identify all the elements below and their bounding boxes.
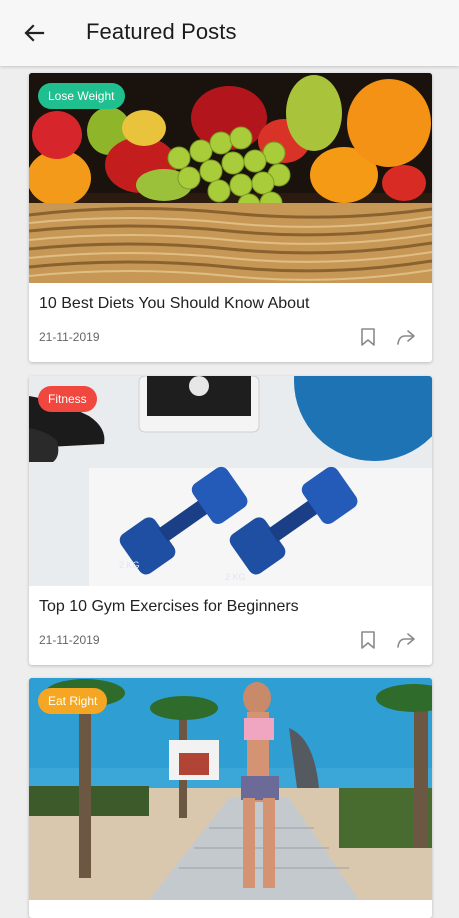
- app-bar: Featured Posts: [0, 0, 459, 66]
- dumbbell-weight-label: 2 KG: [225, 572, 246, 582]
- category-badge[interactable]: Lose Weight: [38, 83, 125, 109]
- post-card[interactable]: 2 KG 2 KG Fitness Top 10 Gym Exercises f…: [29, 376, 432, 665]
- share-icon: [397, 633, 415, 648]
- post-title[interactable]: 10 Best Diets You Should Know About: [39, 295, 309, 313]
- page-title: Featured Posts: [86, 19, 237, 44]
- back-button[interactable]: [14, 15, 54, 51]
- post-image[interactable]: Eat Right: [29, 678, 432, 900]
- share-icon: [397, 330, 415, 345]
- dumbbell-weight-label: 2 KG: [119, 560, 140, 570]
- post-image[interactable]: Lose Weight: [29, 73, 432, 283]
- post-date: 21-11-2019: [39, 633, 100, 647]
- post-image[interactable]: 2 KG 2 KG Fitness: [29, 376, 432, 586]
- share-button[interactable]: [393, 627, 419, 653]
- post-card[interactable]: Eat Right: [29, 678, 432, 918]
- post-card[interactable]: Lose Weight 10 Best Diets You Should Kno…: [29, 73, 432, 362]
- bookmark-button[interactable]: [355, 324, 381, 350]
- post-title[interactable]: Top 10 Gym Exercises for Beginners: [39, 598, 299, 616]
- category-badge[interactable]: Fitness: [38, 386, 97, 412]
- bookmark-button[interactable]: [355, 627, 381, 653]
- arrow-left-icon: [24, 24, 45, 42]
- bookmark-icon: [361, 631, 375, 649]
- post-date: 21-11-2019: [39, 330, 100, 344]
- bookmark-icon: [361, 328, 375, 346]
- share-button[interactable]: [393, 324, 419, 350]
- category-badge[interactable]: Eat Right: [38, 688, 108, 714]
